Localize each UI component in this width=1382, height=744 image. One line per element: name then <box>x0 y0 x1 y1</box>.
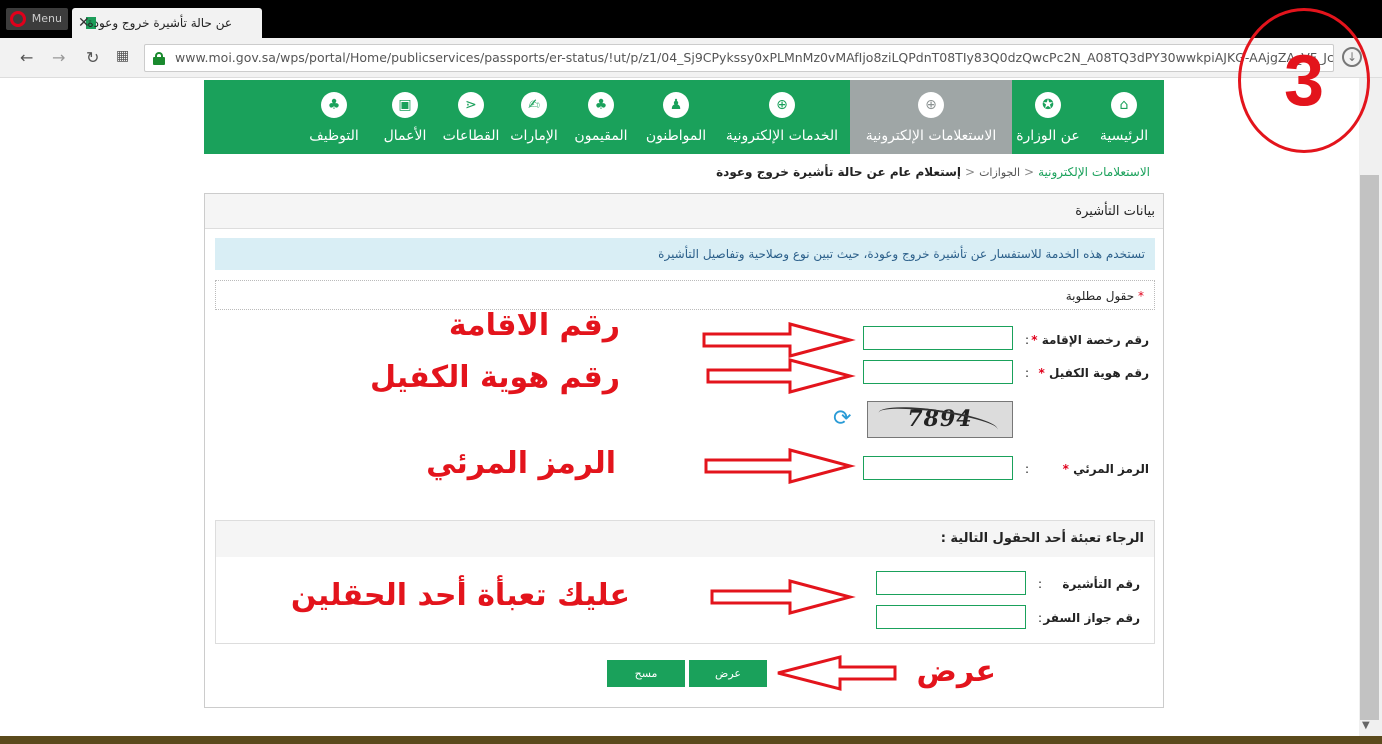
arrow-to-captcha-icon <box>704 448 856 484</box>
arrow-to-sponsor-icon <box>706 358 856 394</box>
annotation-one-field: عليك تعبأة أحد الحقلين <box>290 578 630 613</box>
annotation-show: عرض <box>916 654 996 689</box>
os-taskbar <box>0 736 1382 744</box>
arrow-to-iqama-icon <box>702 322 856 358</box>
step-number-badge: 3 <box>1238 8 1370 153</box>
annotation-captcha: الرمز المرئي <box>426 446 616 481</box>
annotation-sponsor: رقم هوية الكفيل <box>369 360 620 395</box>
annotation-iqama: رقم الاقامة <box>448 308 620 343</box>
arrow-to-alt-fields-icon <box>710 579 856 615</box>
annotation-arrows-layer <box>702 322 897 691</box>
arrow-to-show-button-icon <box>777 655 897 691</box>
